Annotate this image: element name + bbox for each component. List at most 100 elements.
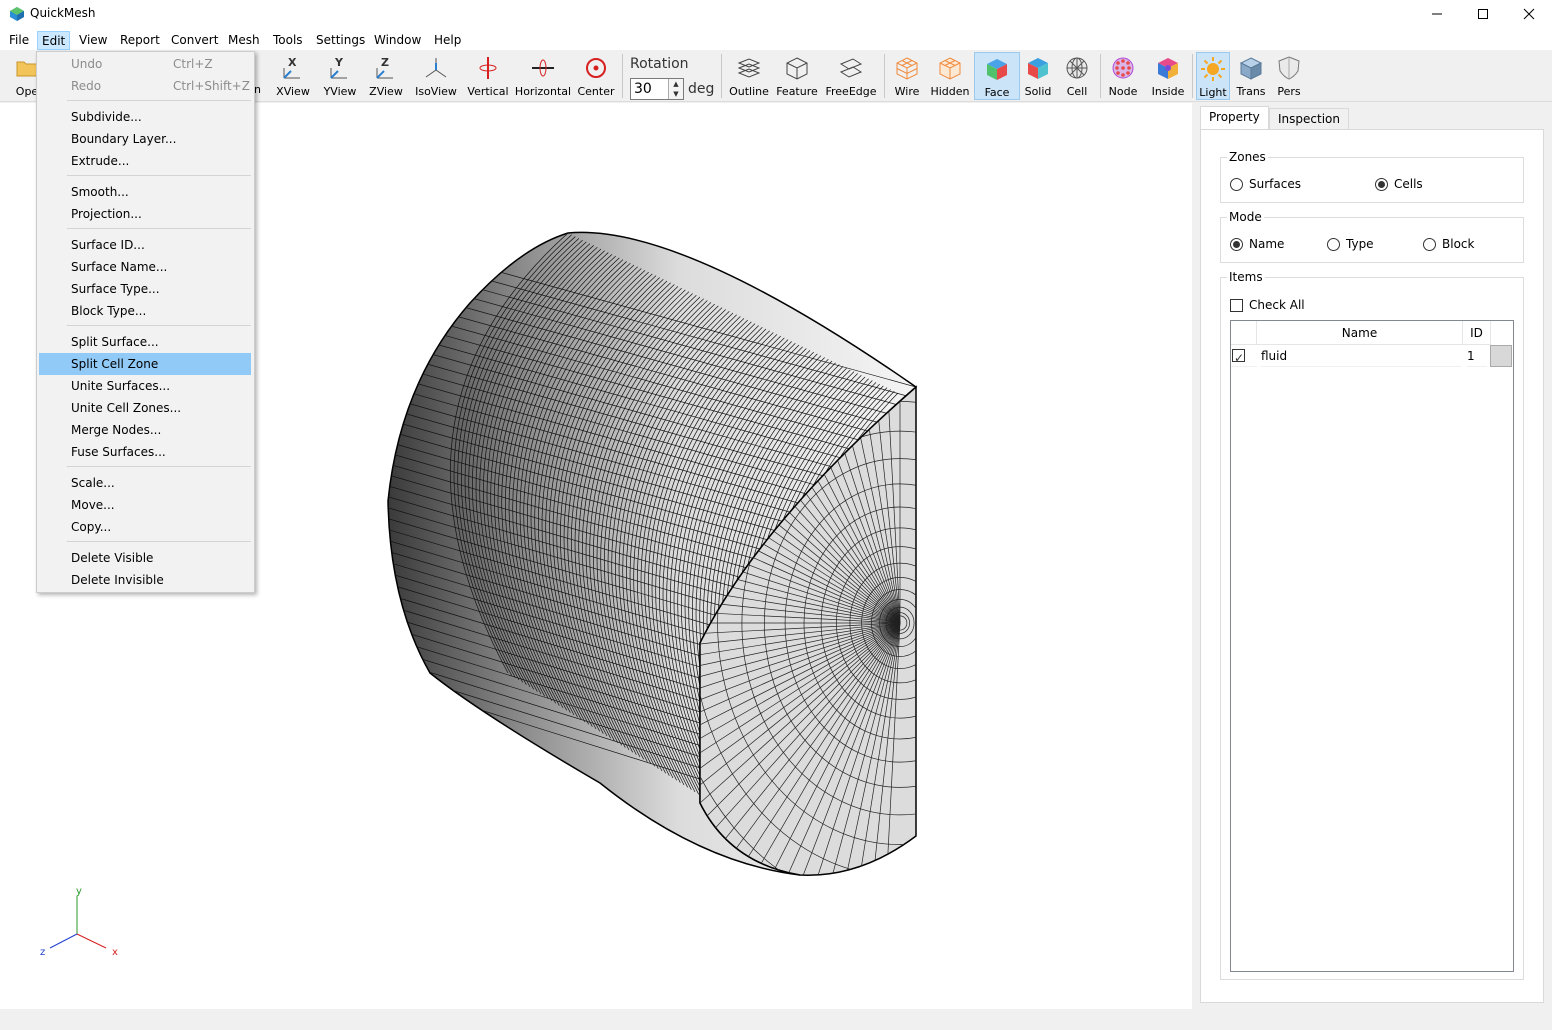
yview-button[interactable]: Y YView: [320, 52, 360, 100]
menu-subdivide[interactable]: Subdivide...: [39, 106, 251, 128]
menu-help[interactable]: Help: [430, 31, 465, 50]
menu-fuse-surfaces[interactable]: Fuse Surfaces...: [39, 441, 251, 463]
status-bar: [0, 1009, 1552, 1030]
menu-merge-nodes[interactable]: Merge Nodes...: [39, 419, 251, 441]
menu-delete-visible[interactable]: Delete Visible: [39, 547, 251, 569]
menu-extrude[interactable]: Extrude...: [39, 150, 251, 172]
axis-x-label: x: [112, 947, 118, 958]
toolbar-separator: [622, 54, 623, 98]
property-tab-page: Zones Surfaces Cells Mode Name Type Bloc…: [1200, 129, 1544, 1003]
solid-button[interactable]: Solid: [1022, 52, 1054, 100]
center-label: Center: [577, 85, 615, 98]
check-all-checkbox[interactable]: Check All: [1230, 298, 1305, 312]
maximize-button[interactable]: [1460, 0, 1506, 28]
menu-convert[interactable]: Convert: [167, 31, 222, 50]
menu-file[interactable]: File: [5, 31, 33, 50]
vertical-button[interactable]: Vertical: [467, 52, 509, 100]
minimize-button[interactable]: [1414, 0, 1460, 28]
color-swatch[interactable]: [1490, 345, 1512, 367]
zones-surfaces-radio[interactable]: Surfaces: [1230, 177, 1301, 191]
menu-settings[interactable]: Settings: [312, 31, 369, 50]
feature-button[interactable]: Feature: [775, 52, 819, 100]
zview-button[interactable]: Z ZView: [366, 52, 406, 100]
rotation-spinner[interactable]: ▲ ▼: [668, 79, 683, 99]
center-button[interactable]: Center: [577, 52, 615, 100]
menu-separator: [67, 466, 251, 467]
mode-block-radio[interactable]: Block: [1423, 237, 1474, 251]
menu-smooth[interactable]: Smooth...: [39, 181, 251, 203]
freeedge-icon: [837, 54, 865, 82]
hidden-cube-icon: [936, 54, 964, 82]
tab-property[interactable]: Property: [1200, 106, 1269, 130]
col-id-header[interactable]: ID: [1463, 321, 1491, 345]
toolbar-separator: [1100, 54, 1101, 98]
freeedge-button[interactable]: FreeEdge: [825, 52, 877, 100]
menu-surface-type[interactable]: Surface Type...: [39, 278, 251, 300]
menu-surface-id[interactable]: Surface ID...: [39, 234, 251, 256]
cell-label: Cell: [1066, 85, 1088, 98]
menu-move[interactable]: Move...: [39, 494, 251, 516]
light-button[interactable]: Light: [1196, 52, 1230, 100]
menu-redo[interactable]: Redo Ctrl+Shift+Z: [39, 75, 251, 97]
menu-unite-cell-zones[interactable]: Unite Cell Zones...: [39, 397, 251, 419]
menu-projection[interactable]: Projection...: [39, 203, 251, 225]
menu-bar: File Edit View Report Convert Mesh Tools…: [0, 28, 1552, 50]
menu-tools[interactable]: Tools: [269, 31, 307, 50]
isoview-label: IsoView: [415, 85, 457, 98]
face-button[interactable]: Face: [974, 52, 1020, 100]
menu-window[interactable]: Window: [370, 31, 425, 50]
menu-boundary-layer[interactable]: Boundary Layer...: [39, 128, 251, 150]
face-label: Face: [984, 86, 1010, 99]
menu-mesh[interactable]: Mesh: [224, 31, 264, 50]
outline-icon: [735, 54, 763, 82]
maximize-icon: [1478, 9, 1488, 19]
menu-undo[interactable]: Undo Ctrl+Z: [39, 53, 251, 75]
close-button[interactable]: [1506, 0, 1552, 28]
menu-scale[interactable]: Scale...: [39, 472, 251, 494]
svg-text:Z: Z: [381, 56, 389, 69]
menu-view[interactable]: View: [75, 31, 111, 50]
spin-up-icon[interactable]: ▲: [669, 79, 683, 89]
zones-surfaces-label: Surfaces: [1249, 177, 1301, 191]
menu-copy[interactable]: Copy...: [39, 516, 251, 538]
mode-type-radio[interactable]: Type: [1327, 237, 1374, 251]
mode-type-label: Type: [1346, 237, 1374, 251]
menu-block-type[interactable]: Block Type...: [39, 300, 251, 322]
pers-button[interactable]: Pers: [1274, 52, 1304, 100]
menu-split-cell-zone[interactable]: Split Cell Zone: [39, 353, 251, 375]
zones-group: Zones Surfaces Cells: [1220, 150, 1524, 203]
trans-button[interactable]: Trans: [1234, 52, 1268, 100]
cell-sphere-icon: [1063, 54, 1091, 82]
outline-button[interactable]: Outline: [729, 52, 769, 100]
menu-surface-name[interactable]: Surface Name...: [39, 256, 251, 278]
cell-button[interactable]: Cell: [1062, 52, 1092, 100]
menu-unite-surfaces[interactable]: Unite Surfaces...: [39, 375, 251, 397]
table-row-name[interactable]: fluid: [1261, 345, 1461, 367]
hidden-button[interactable]: Hidden: [930, 52, 970, 100]
zones-cells-radio[interactable]: Cells: [1375, 177, 1423, 191]
menu-delete-invisible[interactable]: Delete Invisible: [39, 569, 251, 591]
menu-report[interactable]: Report: [116, 31, 164, 50]
node-button[interactable]: Node: [1106, 52, 1140, 100]
trans-label: Trans: [1236, 85, 1266, 98]
tab-inspection[interactable]: Inspection: [1269, 108, 1349, 130]
radio-off-icon: [1327, 237, 1340, 251]
inside-button[interactable]: Inside: [1150, 52, 1186, 100]
svg-text:X: X: [288, 56, 297, 69]
col-name-header[interactable]: Name: [1257, 321, 1463, 345]
isoview-button[interactable]: IsoView: [413, 52, 459, 100]
horizontal-rotate-icon: [529, 54, 557, 82]
rotation-unit: deg: [688, 81, 715, 97]
xview-button[interactable]: X XView: [273, 52, 313, 100]
table-row-checkbox[interactable]: [1231, 345, 1257, 369]
mode-name-radio[interactable]: Name: [1230, 237, 1284, 251]
horizontal-button[interactable]: Horizontal: [515, 52, 571, 100]
redo-shortcut: Ctrl+Shift+Z: [173, 79, 250, 93]
wire-button[interactable]: Wire: [890, 52, 924, 100]
redo-label: Redo: [71, 79, 102, 93]
radio-off-icon: [1230, 177, 1243, 191]
spin-down-icon[interactable]: ▼: [669, 89, 683, 99]
menu-edit[interactable]: Edit: [37, 31, 71, 50]
transparent-cube-icon: [1237, 54, 1265, 82]
menu-split-surface[interactable]: Split Surface...: [39, 331, 251, 353]
